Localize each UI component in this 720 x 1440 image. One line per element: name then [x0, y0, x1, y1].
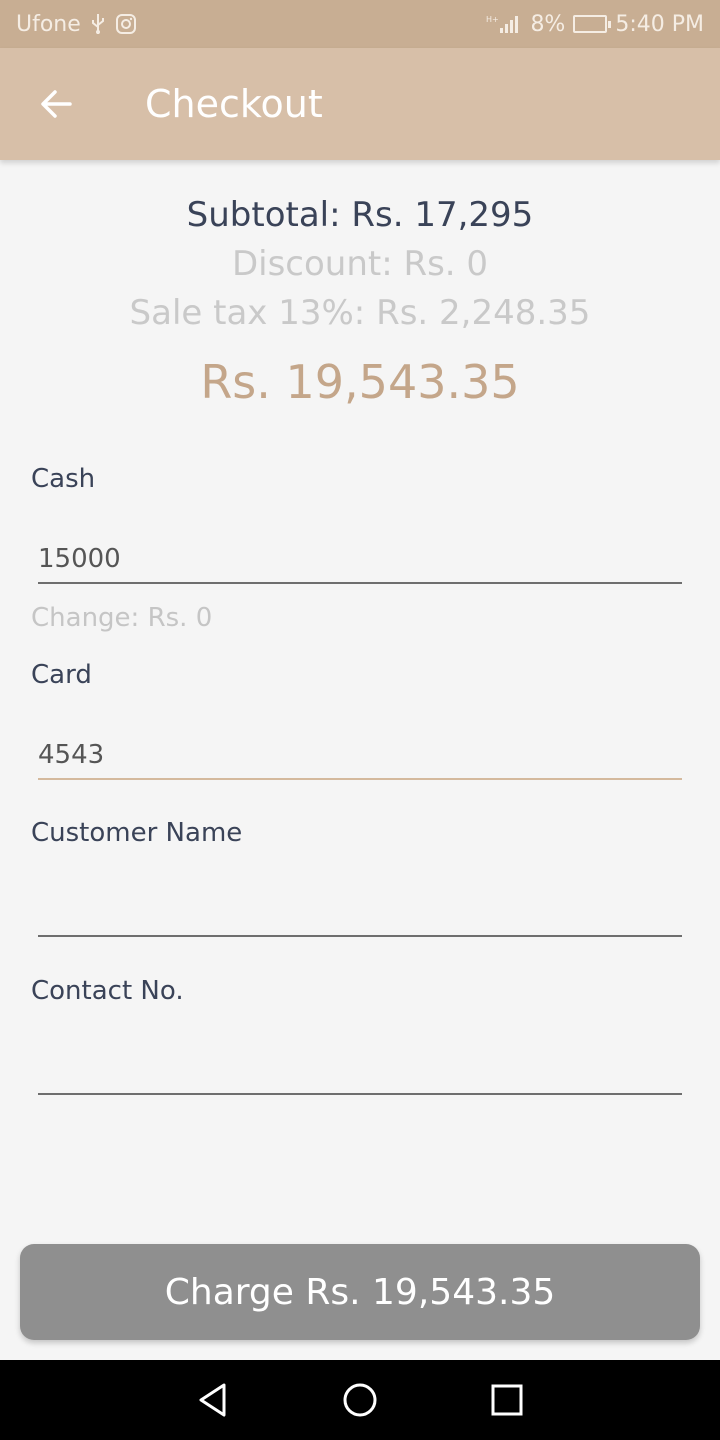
app-bar: Checkout	[0, 48, 720, 160]
status-time: 5:40 PM	[615, 11, 704, 37]
page-title: Checkout	[145, 82, 323, 126]
discount-text: Discount: Rs. 0	[231, 244, 489, 284]
nav-back-button[interactable]	[173, 1360, 253, 1440]
arrow-left-icon	[41, 90, 72, 118]
triangle-back-icon	[199, 1383, 226, 1417]
back-button[interactable]	[0, 48, 112, 160]
nav-home-button[interactable]	[320, 1360, 400, 1440]
customer-name-label: Customer Name	[31, 818, 243, 848]
subtotal-text: Subtotal: Rs. 17,295	[186, 195, 534, 235]
cash-label: Cash	[31, 464, 96, 494]
status-bar: Ufone H+ 8% 5:40 PM	[0, 0, 720, 48]
status-left: Ufone	[16, 12, 137, 37]
total-amount: Rs. 19,543.35	[200, 355, 520, 409]
sale-tax-text: Sale tax 13%: Rs. 2,248.35	[129, 293, 591, 333]
nav-recents-button[interactable]	[467, 1360, 547, 1440]
contact-no-label: Contact No.	[31, 976, 184, 1006]
customer-name-input[interactable]	[38, 887, 682, 937]
battery-percent: 8%	[530, 11, 566, 37]
charge-button[interactable]: Charge Rs. 19,543.35	[20, 1244, 700, 1340]
signal-icon: H+	[486, 13, 522, 35]
instagram-icon	[115, 13, 137, 35]
status-right: H+ 8% 5:40 PM	[486, 12, 704, 37]
card-label: Card	[31, 660, 92, 690]
square-recents-icon	[491, 1384, 523, 1416]
circle-home-icon	[343, 1383, 377, 1417]
card-input[interactable]: 4543	[38, 730, 682, 780]
battery-icon	[573, 15, 612, 33]
svg-text:H+: H+	[486, 15, 499, 24]
system-nav-bar	[0, 1360, 720, 1440]
usb-icon	[89, 13, 107, 35]
change-text: Change: Rs. 0	[31, 603, 213, 633]
contact-no-input[interactable]	[38, 1045, 682, 1095]
cash-input[interactable]: 15000	[38, 534, 682, 584]
checkout-summary: Subtotal: Rs. 17,295 Discount: Rs. 0 Sal…	[0, 190, 720, 410]
carrier-name: Ufone	[16, 11, 81, 37]
